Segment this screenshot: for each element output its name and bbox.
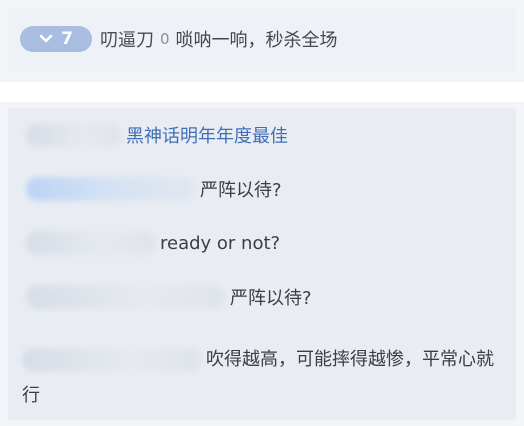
reply-text: ready or not? bbox=[160, 232, 281, 254]
vote-count: 7 bbox=[61, 29, 73, 49]
blurred-username bbox=[26, 231, 156, 255]
top-comment-line: 叨逼刀 0 唢呐一响，秒杀全场 bbox=[100, 26, 338, 52]
reply-item: 黑神话明年年度最佳 bbox=[26, 120, 288, 150]
reply-item: 严阵以待? bbox=[26, 282, 312, 312]
reply-text: 严阵以待? bbox=[230, 288, 312, 309]
comment-username[interactable]: 叨逼刀 bbox=[100, 26, 154, 52]
reply-text[interactable]: 黑神话明年年度最佳 bbox=[126, 122, 288, 148]
chevron-down-icon bbox=[39, 34, 53, 44]
vote-button[interactable]: 7 bbox=[20, 26, 92, 52]
reply-item: 严阵以待? bbox=[26, 174, 282, 204]
comment-text: 唢呐一响，秒杀全场 bbox=[175, 30, 338, 51]
reply-item: 吹得越高，可能摔得越惨，平常心就行 bbox=[22, 342, 502, 414]
reply-text: 严阵以待? bbox=[200, 180, 282, 201]
blurred-username bbox=[26, 285, 226, 309]
divider bbox=[0, 82, 524, 102]
reply-item: ready or not? bbox=[26, 228, 280, 258]
blurred-username bbox=[26, 177, 196, 201]
comment-score: 0 bbox=[160, 30, 170, 48]
blurred-username bbox=[26, 123, 122, 147]
blurred-username bbox=[22, 348, 202, 372]
